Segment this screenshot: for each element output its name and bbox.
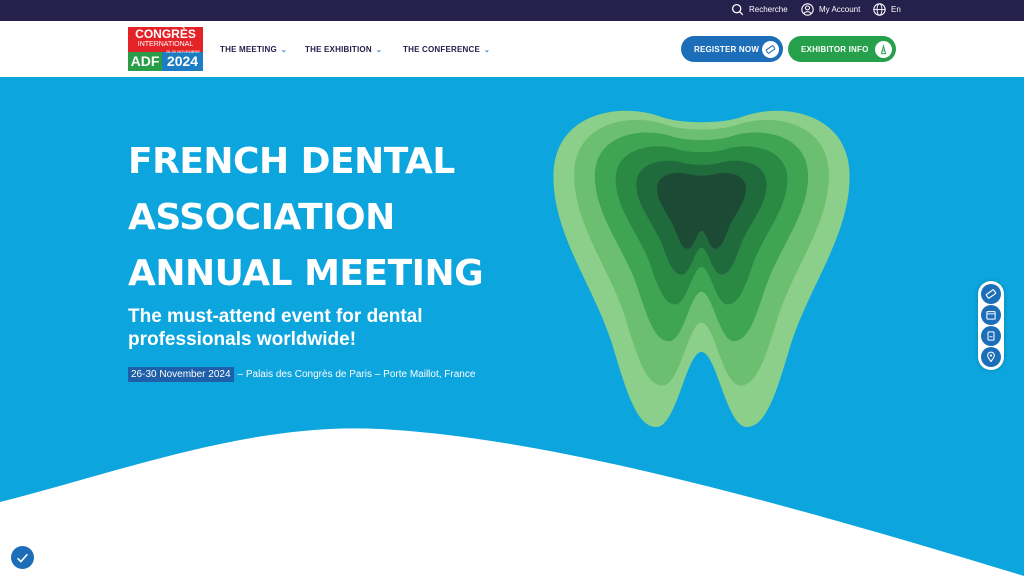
- event-date: 26-30 November 2024: [128, 367, 234, 382]
- account-label: My Account: [819, 5, 861, 14]
- ticket-icon: [762, 40, 779, 58]
- logo-dates: 26-30 NOVEMBRE: [165, 49, 200, 54]
- event-location: – Palais des Congrès de Paris – Porte Ma…: [237, 369, 476, 380]
- logo-bottom: ADF 2024: [128, 52, 203, 71]
- chevron-down-icon: ⌄: [280, 46, 287, 54]
- hero-title-line: FRENCH DENTAL: [128, 141, 455, 182]
- nav-item-label: THE MEETING: [220, 45, 277, 54]
- side-toolbar: [978, 281, 1004, 370]
- nav-item-conference[interactable]: THE CONFERENCE ⌄: [403, 45, 490, 54]
- hero-title: FRENCH DENTAL ASSOCIATION ANNUAL MEETING: [128, 134, 548, 302]
- chevron-down-icon: ⌄: [484, 46, 491, 54]
- ticket-icon[interactable]: [981, 283, 1001, 304]
- main-header: CONGRÈS INTERNATIONAL ADF 2024 26-30 NOV…: [0, 21, 1024, 77]
- register-now-button[interactable]: REGISTER NOW: [681, 36, 783, 62]
- chevron-down-icon: ⌄: [375, 46, 382, 54]
- search-label: Recherche: [749, 5, 788, 14]
- language-switch[interactable]: En: [873, 3, 901, 16]
- check-icon: [17, 553, 28, 563]
- register-label: REGISTER NOW: [694, 44, 760, 54]
- logo-org: ADF: [128, 52, 162, 71]
- nav-item-meeting[interactable]: THE MEETING ⌄: [220, 45, 287, 54]
- user-icon: [801, 3, 814, 16]
- exhibitor-label: EXHIBITOR INFO: [801, 44, 869, 54]
- badge-icon[interactable]: [981, 326, 1001, 347]
- tooth-illustration: [553, 110, 850, 427]
- search-link[interactable]: Recherche: [731, 3, 788, 16]
- language-label: En: [891, 5, 901, 14]
- exhibitor-icon: [875, 40, 892, 58]
- map-pin-icon[interactable]: [981, 347, 1001, 368]
- logo-line2: INTERNATIONAL: [137, 41, 194, 48]
- top-bar: Recherche My Account En: [0, 0, 1024, 21]
- calendar-icon[interactable]: [981, 304, 1001, 325]
- adf-logo[interactable]: CONGRÈS INTERNATIONAL ADF 2024 26-30 NOV…: [128, 27, 203, 71]
- hero-date-line: 26-30 November 2024 – Palais des Congrès…: [128, 367, 475, 382]
- exhibitor-info-button[interactable]: EXHIBITOR INFO: [788, 36, 896, 62]
- hero-section: FRENCH DENTAL ASSOCIATION ANNUAL MEETING…: [0, 77, 1024, 576]
- account-link[interactable]: My Account: [801, 3, 860, 16]
- hero-title-line: ASSOCIATION: [128, 197, 395, 238]
- hero-title-line: ANNUAL MEETING: [128, 253, 484, 294]
- search-icon: [731, 3, 744, 16]
- nav-item-label: THE EXHIBITION: [305, 45, 372, 54]
- nav-item-label: THE CONFERENCE: [403, 45, 481, 54]
- nav-item-exhibition[interactable]: THE EXHIBITION ⌄: [305, 45, 382, 54]
- logo-year: 2024: [166, 53, 199, 69]
- accessibility-button[interactable]: [11, 546, 34, 569]
- globe-icon: [873, 3, 886, 16]
- logo-line1: CONGRÈS: [135, 27, 196, 41]
- hero-subtitle: The must-attend event for dental profess…: [128, 306, 423, 350]
